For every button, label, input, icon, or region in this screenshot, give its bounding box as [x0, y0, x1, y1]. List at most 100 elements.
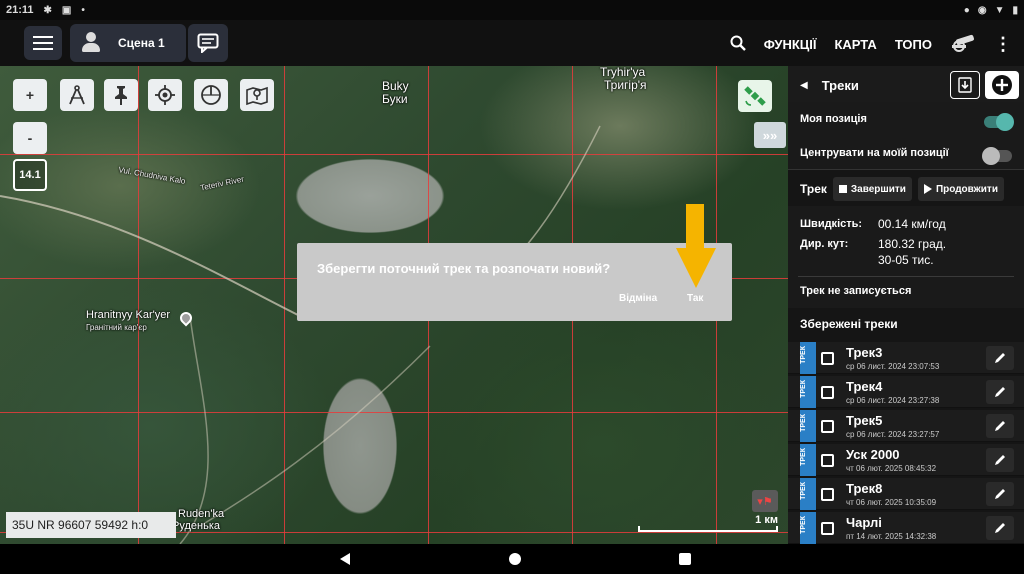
my-position-toggle[interactable]	[984, 113, 1014, 131]
pencil-icon	[995, 421, 1005, 431]
scene-label: Сцена 1	[118, 36, 165, 50]
search-button[interactable]	[730, 35, 746, 54]
track-checkbox[interactable]	[821, 352, 834, 365]
finish-track-button[interactable]: Завершити	[832, 177, 912, 201]
dialog-cancel-button[interactable]: Відміна	[619, 293, 657, 304]
saved-tracks-list: ТРЕК Трек3 ср 06 лист. 2024 23:07:53 ТРЕ…	[788, 342, 1024, 544]
track-row[interactable]: ТРЕК Трек3 ср 06 лист. 2024 23:07:53	[788, 342, 1024, 374]
direction-key: Дир. кут:	[800, 238, 849, 250]
track-name: Уск 2000	[846, 447, 900, 462]
scene-button[interactable]: Сцена 1	[70, 24, 186, 62]
pencil-icon	[995, 353, 1005, 363]
track-tag: ТРЕК	[800, 512, 816, 544]
track-checkbox[interactable]	[821, 420, 834, 433]
compass-tool-button[interactable]	[60, 79, 94, 111]
place-label: Руденька	[172, 520, 220, 532]
speed-key: Швидкість:	[800, 218, 863, 230]
menu-button[interactable]	[24, 26, 62, 60]
zoom-out-button[interactable]: -	[13, 122, 47, 154]
menu-icon	[33, 36, 53, 38]
dialog-ok-button[interactable]: Так	[687, 293, 703, 304]
pencil-icon	[995, 489, 1005, 499]
scale-bar: 1 км	[638, 514, 778, 536]
panel-header: ◀ Треки	[788, 66, 1024, 104]
coordinates-readout: 35U NR 96607 59492 h:0	[6, 512, 176, 538]
more-vert-icon[interactable]: ⋮	[994, 34, 1012, 55]
battery-status-icon: ▮	[1012, 4, 1018, 16]
nav-home-icon[interactable]	[508, 552, 522, 566]
tracks-panel: ◀ Треки Моя позиція Центрувати на моїй п…	[788, 66, 1024, 544]
settings-status-icon: ✱	[43, 4, 52, 16]
functions-menu[interactable]: ФУНКЦІЇ	[764, 37, 817, 52]
status-time: 21:11	[6, 4, 34, 16]
track-checkbox[interactable]	[821, 454, 834, 467]
gps-button[interactable]	[738, 80, 772, 112]
track-date: чт 06 лют. 2025 10:35:09	[846, 498, 937, 507]
map-layers-button[interactable]	[240, 79, 274, 111]
track-name: Трек5	[846, 413, 883, 428]
record-flag-button[interactable]: ▾⚑	[752, 490, 778, 512]
edit-track-button[interactable]	[986, 448, 1014, 472]
edit-track-button[interactable]	[986, 346, 1014, 370]
track-row[interactable]: ТРЕК Чарлі пт 14 лют. 2025 14:32:38	[788, 512, 1024, 544]
edit-track-button[interactable]	[986, 380, 1014, 404]
track-row[interactable]: ТРЕК Трек8 чт 06 лют. 2025 10:35:09	[788, 478, 1024, 510]
zoom-in-button[interactable]: +	[13, 79, 47, 111]
track-tag: ТРЕК	[800, 342, 816, 374]
drafting-compass-icon	[69, 85, 85, 105]
cannon-icon	[952, 34, 974, 52]
nav-recents-icon[interactable]	[678, 552, 692, 566]
track-checkbox[interactable]	[821, 488, 834, 501]
map-menu[interactable]: КАРТА	[834, 37, 876, 52]
pencil-icon	[995, 387, 1005, 397]
track-row[interactable]: ТРЕК Трек5 ср 06 лист. 2024 23:27:57	[788, 410, 1024, 442]
track-name: Трек8	[846, 481, 883, 496]
topo-menu[interactable]: ТОПО	[895, 37, 932, 52]
continue-track-button[interactable]: Продовжити	[917, 177, 1004, 201]
place-label: Tryhir'ya	[600, 66, 646, 79]
plus-circle-icon	[992, 75, 1012, 95]
place-label: Буки	[382, 92, 408, 106]
edit-track-button[interactable]	[986, 414, 1014, 438]
edit-track-button[interactable]	[986, 516, 1014, 540]
satellite-icon	[744, 86, 766, 106]
track-checkbox[interactable]	[821, 386, 834, 399]
track-tag: ТРЕК	[800, 410, 816, 442]
app-bar-actions: ФУНКЦІЇ КАРТА ТОПО ⋮	[730, 20, 1012, 68]
azimuth-tool-button[interactable]	[194, 79, 228, 111]
expand-panel-button[interactable]: »»	[754, 122, 786, 148]
track-name: Чарлі	[846, 515, 882, 530]
dialog-message: Зберегти поточний трек та розпочати нови…	[317, 261, 611, 276]
import-track-button[interactable]	[950, 71, 980, 99]
status-bar: 21:11 ✱ ▣ • ● ◉ ▼ ▮	[0, 0, 1024, 20]
play-icon	[923, 184, 932, 194]
place-label: Buky	[382, 79, 409, 93]
wifi-status-icon: ▼	[994, 4, 1005, 16]
locate-button[interactable]	[148, 79, 182, 111]
back-icon[interactable]: ◀	[800, 80, 808, 91]
center-position-label: Центрувати на моїй позиції	[800, 147, 949, 159]
map-pin-icon	[246, 86, 268, 106]
track-label: Трек	[800, 182, 827, 196]
add-track-button[interactable]	[985, 71, 1019, 99]
cannon-button[interactable]	[950, 34, 976, 55]
track-tag: ТРЕК	[800, 478, 816, 510]
not-recording-status: Трек не записується	[800, 285, 912, 297]
direction-value: 180.32 град.	[878, 237, 947, 251]
track-checkbox[interactable]	[821, 522, 834, 535]
nav-back-icon[interactable]	[338, 552, 352, 566]
track-date: ср 06 лист. 2024 23:27:57	[846, 430, 940, 439]
app-bar: Сцена 1 ФУНКЦІЇ КАРТА ТОПО ⋮	[0, 20, 1024, 68]
track-row[interactable]: ТРЕК Трек4 ср 06 лист. 2024 23:27:38	[788, 376, 1024, 408]
chat-button[interactable]	[188, 24, 228, 62]
center-position-toggle[interactable]	[982, 147, 1012, 165]
place-label: Тригір'я	[604, 78, 647, 92]
pin-tool-button[interactable]	[104, 79, 138, 111]
track-tag: ТРЕК	[800, 376, 816, 408]
push-pin-icon	[115, 86, 127, 105]
eye-status-icon: ◉	[977, 4, 987, 16]
track-row[interactable]: ТРЕК Уск 2000 чт 06 лют. 2025 08:45:32	[788, 444, 1024, 476]
zoom-level-indicator[interactable]: 14.1	[13, 159, 47, 191]
position-settings: Моя позиція Центрувати на моїй позиції	[788, 102, 1024, 170]
edit-track-button[interactable]	[986, 482, 1014, 506]
